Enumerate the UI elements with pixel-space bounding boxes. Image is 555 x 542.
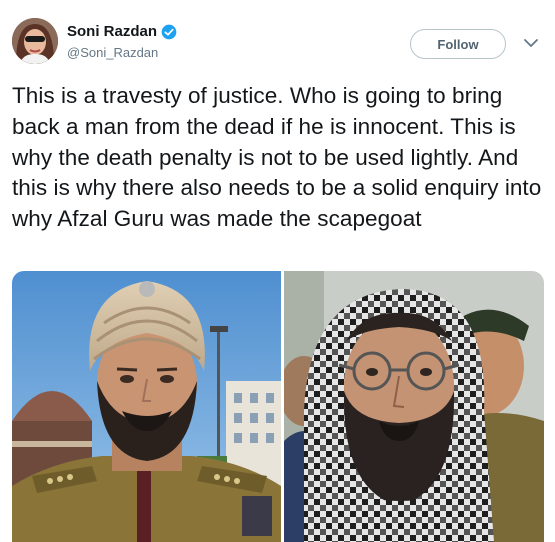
chevron-down-icon[interactable]	[521, 33, 541, 53]
follow-button[interactable]: Follow	[410, 29, 506, 59]
media-photo-right[interactable]	[284, 271, 544, 542]
tweet-text: This is a travesty of justice. Who is go…	[12, 83, 542, 232]
author-name[interactable]: Soni Razdan	[67, 23, 177, 40]
verified-badge-icon	[161, 24, 177, 40]
tweet-card: Soni Razdan @Soni_Razdan Follow This is …	[0, 0, 555, 542]
author-name-label: Soni Razdan	[67, 23, 158, 40]
media-photo-left[interactable]	[12, 271, 281, 542]
author-handle[interactable]: @Soni_Razdan	[67, 45, 158, 60]
tweet-media[interactable]	[12, 271, 544, 542]
avatar[interactable]	[12, 18, 58, 64]
